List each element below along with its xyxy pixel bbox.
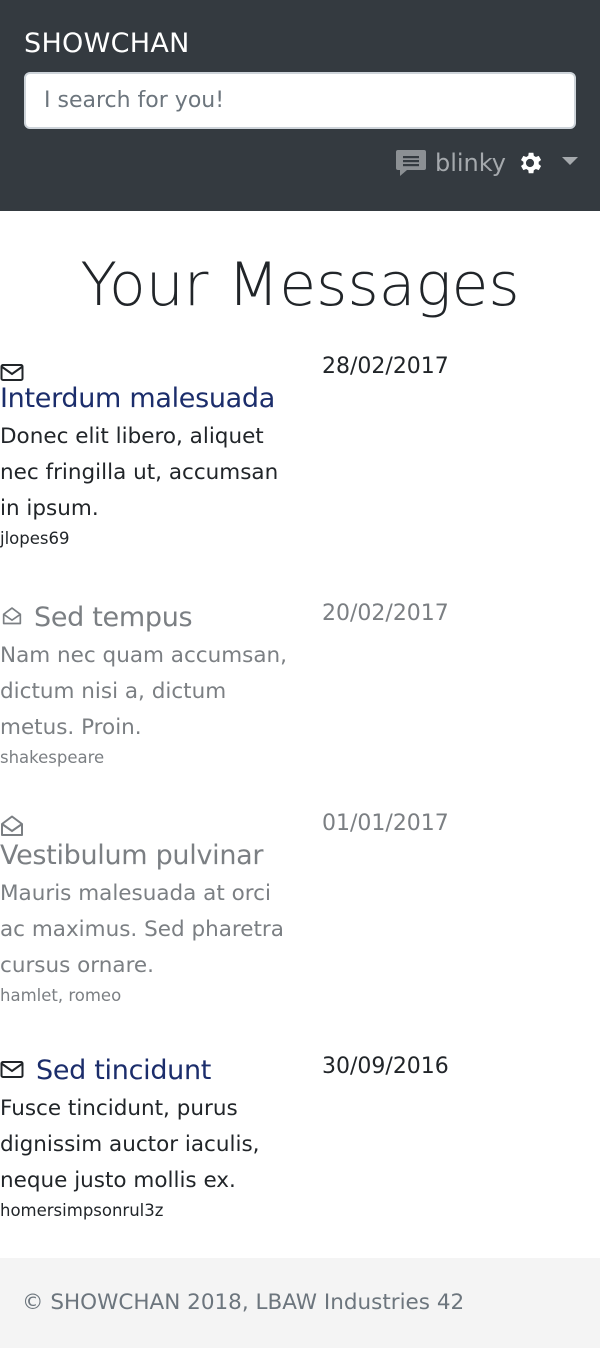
message-preview: Mauris malesuada at orci ac maximus. Sed… <box>0 881 284 978</box>
message-date: 01/01/2017 <box>322 811 449 836</box>
navbar: SHOWCHAN blinky <box>0 0 600 211</box>
brand-logo[interactable]: SHOWCHAN <box>24 27 190 61</box>
message-sender: hamlet, romeo <box>0 986 122 1005</box>
message-date: 30/09/2016 <box>322 1054 449 1079</box>
chat-icon[interactable] <box>395 147 427 179</box>
message-sender: shakespeare <box>0 748 105 767</box>
message-date: 20/02/2017 <box>322 601 449 626</box>
envelope-open-icon <box>1 815 23 836</box>
message-sender: homersimpsonrul3z <box>0 1201 164 1220</box>
message-subject[interactable]: Sed tincidunt <box>36 1055 211 1086</box>
message-preview: Donec elit libero, aliquet nec fringilla… <box>0 424 279 521</box>
gear-icon[interactable] <box>516 149 544 177</box>
caret-down-icon[interactable] <box>562 157 578 165</box>
message-subject[interactable]: Interdum malesuada <box>0 381 300 417</box>
message-subject[interactable]: Sed tempus <box>34 602 193 633</box>
message-preview: Nam nec quam accumsan, dictum nisi a, di… <box>0 643 287 740</box>
footer-copyright: © SHOWCHAN 2018, LBAW Industries 42 <box>22 1290 465 1315</box>
message-preview: Fusce tincidunt, purus dignissim auctor … <box>0 1096 260 1193</box>
envelope-open-icon <box>2 606 22 624</box>
message-date: 28/02/2017 <box>322 354 449 379</box>
message-sender: jlopes69 <box>0 529 70 548</box>
footer: © SHOWCHAN 2018, LBAW Industries 42 <box>0 1258 600 1348</box>
username[interactable]: blinky <box>435 147 506 179</box>
user-menu[interactable]: blinky <box>395 143 578 183</box>
envelope-closed-icon <box>0 1060 24 1078</box>
message-subject[interactable]: Vestibulum pulvinar <box>0 838 300 874</box>
envelope-closed-icon <box>0 363 24 381</box>
search-input[interactable] <box>24 72 576 129</box>
page-title: Your Messages <box>80 250 520 320</box>
